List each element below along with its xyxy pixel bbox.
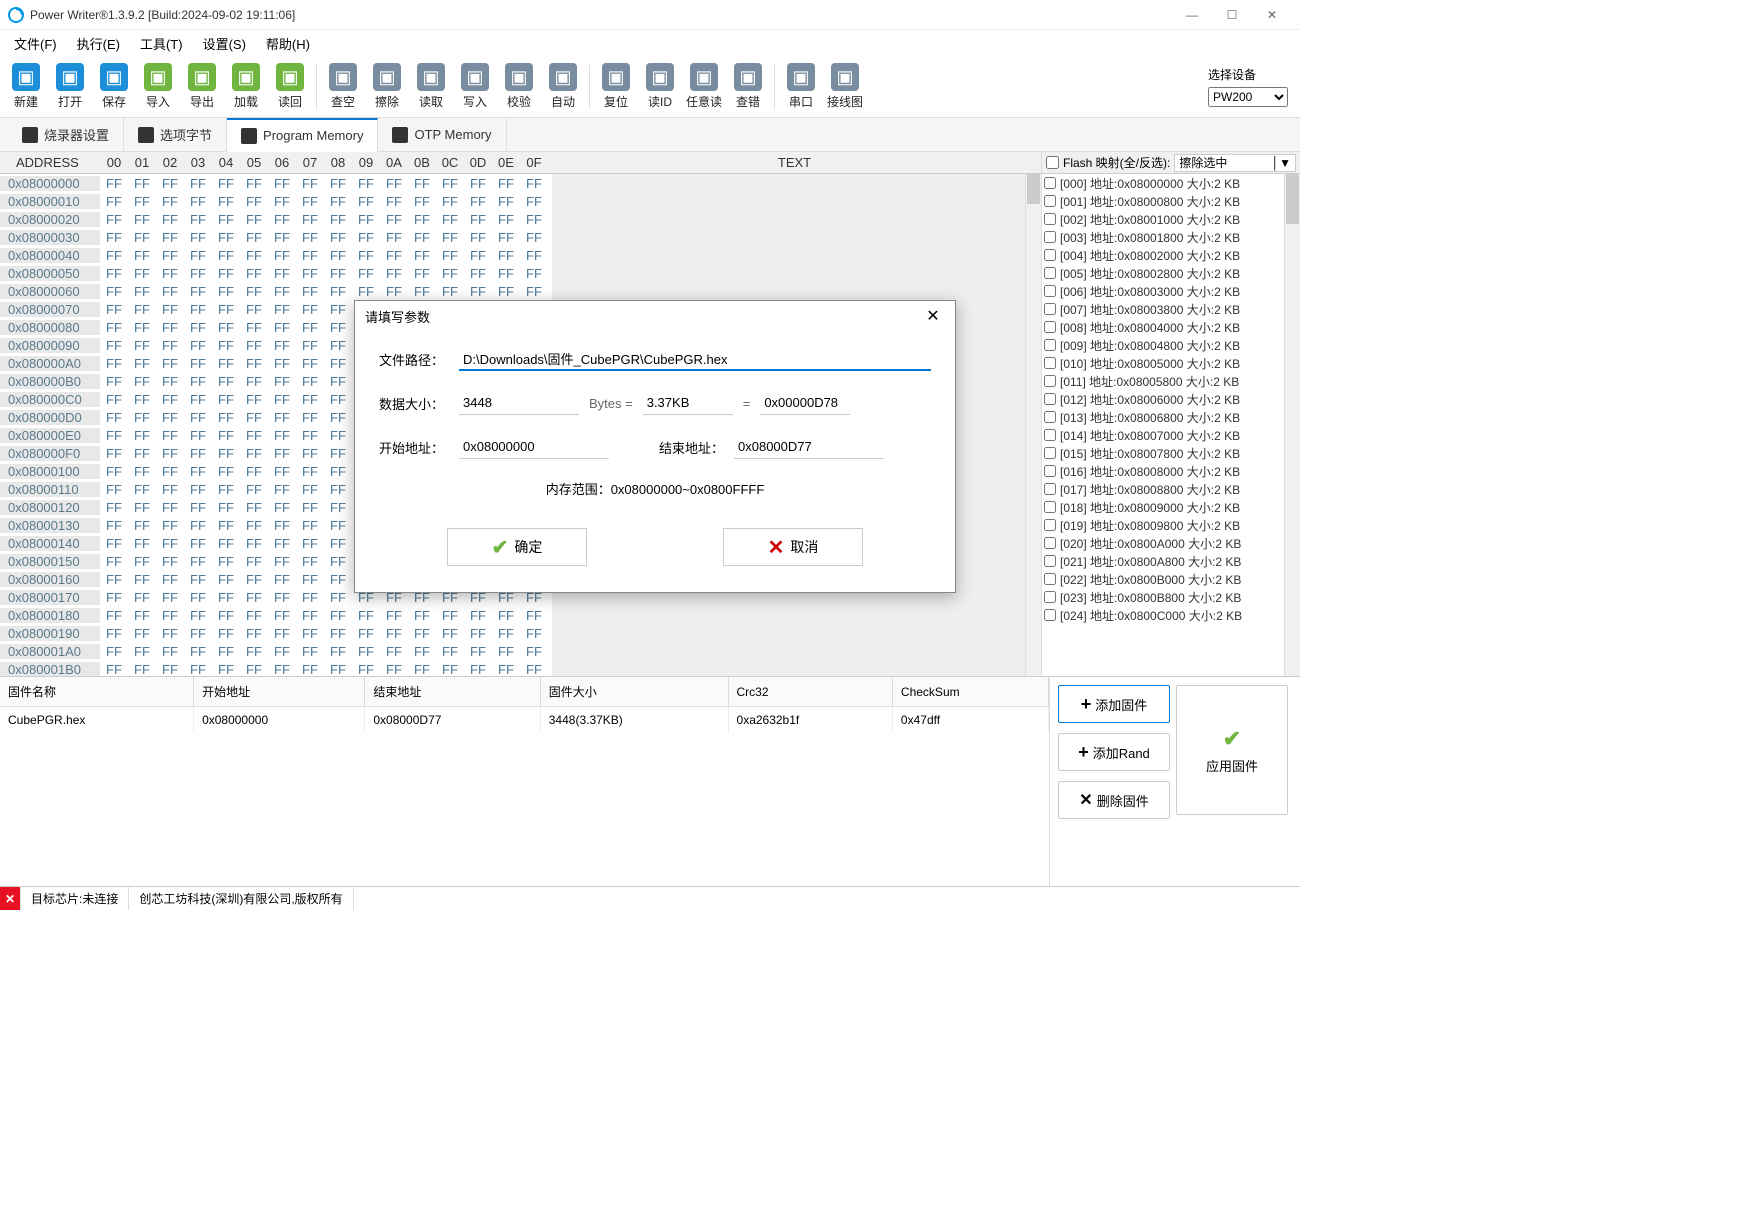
params-dialog: 请填写参数 ✕ 文件路径： 数据大小： Bytes = = 开始地址： 结束地址… bbox=[354, 300, 956, 593]
dialog-title: 请填写参数 bbox=[365, 307, 430, 326]
dialog-titlebar: 请填写参数 ✕ bbox=[355, 301, 955, 331]
end-label: 结束地址： bbox=[659, 438, 724, 457]
dialog-close-button[interactable]: ✕ bbox=[921, 306, 945, 326]
path-label: 文件路径： bbox=[379, 350, 449, 369]
size-kb-input[interactable] bbox=[643, 391, 733, 415]
x-icon: ✕ bbox=[768, 535, 785, 560]
end-addr-input[interactable] bbox=[734, 435, 884, 459]
path-input[interactable] bbox=[459, 347, 931, 371]
ok-button[interactable]: ✔确定 bbox=[447, 528, 587, 566]
bytes-eq-label: Bytes = bbox=[589, 396, 633, 411]
dialog-overlay: 请填写参数 ✕ 文件路径： 数据大小： Bytes = = 开始地址： 结束地址… bbox=[0, 0, 1300, 918]
size-hex-input[interactable] bbox=[760, 391, 850, 415]
size-label: 数据大小： bbox=[379, 394, 449, 413]
start-addr-input[interactable] bbox=[459, 435, 609, 459]
mem-range-label: 内存范围：0x08000000~0x0800FFFF bbox=[379, 479, 931, 498]
check-icon: ✔ bbox=[492, 535, 509, 560]
size-bytes-input[interactable] bbox=[459, 391, 579, 415]
start-label: 开始地址： bbox=[379, 438, 449, 457]
eq-label: = bbox=[743, 396, 751, 411]
cancel-button[interactable]: ✕取消 bbox=[723, 528, 863, 566]
